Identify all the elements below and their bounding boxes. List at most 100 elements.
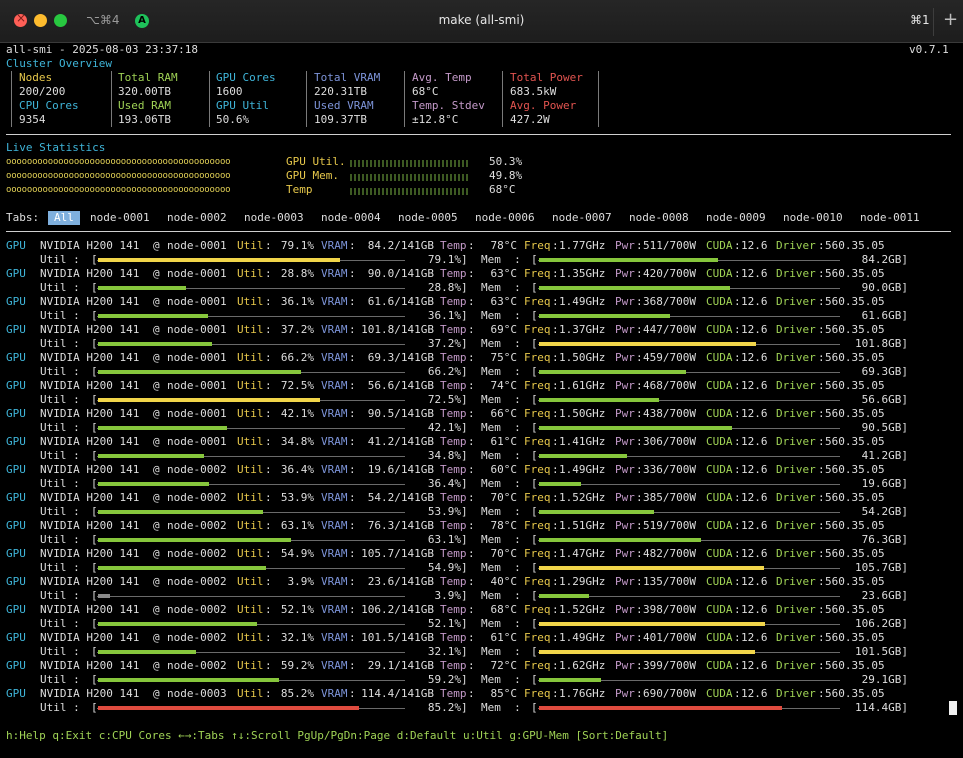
gpu-node-name: node-0001 — [167, 435, 227, 448]
tab-node-0010[interactable]: node-0010 — [783, 211, 843, 225]
tab-node-0004[interactable]: node-0004 — [321, 211, 381, 225]
tab-all[interactable]: All — [48, 211, 80, 225]
mem-bar-label: Mem : — [481, 673, 521, 686]
gpu-util-label: Util — [237, 407, 264, 420]
gpu-tag: GPU — [6, 547, 26, 560]
colon: : — [636, 295, 643, 308]
colon: : — [818, 547, 825, 560]
live-gpu-util-label: GPU Util. — [286, 155, 346, 168]
bar-open-bracket: [ — [531, 673, 538, 686]
gpu-tag: GPU — [6, 603, 26, 616]
util-history-sparkline: oooooooooooooooooooooooooooooooooooooooo… — [6, 157, 231, 167]
tab-node-0005[interactable]: node-0005 — [398, 211, 458, 225]
gpu-at-sign: @ — [153, 575, 160, 588]
mem-bar-label: Mem : — [481, 505, 521, 518]
gpu-power-label: Pwr — [615, 491, 635, 504]
gpu-temp-value: 72°C — [490, 659, 518, 672]
gpu-util-value: 50.6% — [216, 113, 250, 126]
cpu-cores-label: CPU Cores — [19, 99, 79, 112]
mem-bar-track — [538, 484, 840, 485]
bar-close-bracket: ] — [461, 645, 468, 658]
colon: : — [468, 687, 475, 700]
mem-bar-fill — [539, 706, 782, 710]
tab-node-0011[interactable]: node-0011 — [860, 211, 920, 225]
gpu-cuda-label: CUDA — [706, 379, 733, 392]
bar-open-bracket: [ — [531, 533, 538, 546]
util-bar-fill — [98, 342, 212, 346]
gpu-temp-label: Temp — [440, 239, 467, 252]
total-ram-label: Total RAM — [118, 71, 178, 84]
gpu-temp-label: Temp — [440, 267, 467, 280]
gpu-at-sign: @ — [153, 379, 160, 392]
live-gpu-util-history — [350, 160, 468, 167]
colon: : — [265, 547, 272, 560]
gpu-power-value: 511/700W — [643, 239, 696, 252]
colon: : — [552, 379, 559, 392]
util-bar-percent: 63.1% — [427, 533, 461, 546]
gpu-freq-value: 1.77GHz — [559, 239, 606, 252]
gpu-util-value: 53.9% — [280, 491, 314, 504]
mem-bar-label: Mem : — [481, 421, 521, 434]
colon: : — [636, 575, 643, 588]
gpu-node-name: node-0002 — [167, 463, 227, 476]
gpu-at-sign: @ — [153, 631, 160, 644]
gpu-freq-label: Freq — [524, 491, 551, 504]
gpu-freq-label: Freq — [524, 687, 551, 700]
tab-node-0001[interactable]: node-0001 — [90, 211, 150, 225]
gpu-util-value: 28.8% — [280, 267, 314, 280]
gpu-at-sign: @ — [153, 435, 160, 448]
util-bar-label: Util : — [40, 309, 80, 322]
util-bar-percent: 36.4% — [427, 477, 461, 490]
gpu-vram-label: VRAM — [321, 407, 348, 420]
gpu-power-value: 459/700W — [643, 351, 696, 364]
gpu-temp-value: 68°C — [490, 603, 518, 616]
util-bar-label: Util : — [40, 393, 80, 406]
gpu-vram-label: VRAM — [321, 603, 348, 616]
tab-node-0006[interactable]: node-0006 — [475, 211, 535, 225]
tab-node-0008[interactable]: node-0008 — [629, 211, 689, 225]
gpu-cuda-label: CUDA — [706, 575, 733, 588]
gpu-freq-value: 1.37GHz — [559, 323, 606, 336]
mem-bar-fill — [539, 510, 654, 514]
live-gpu-util-value: 50.3% — [489, 155, 523, 168]
colon: : — [818, 435, 825, 448]
colon: : — [468, 323, 475, 336]
new-tab-button[interactable]: + — [943, 9, 958, 30]
total-power-label: Total Power — [510, 71, 583, 84]
mem-bar-label: Mem : — [481, 449, 521, 462]
gpu-driver-value: 560.35.05 — [825, 407, 885, 420]
colon: : — [468, 435, 475, 448]
colon: : — [636, 659, 643, 672]
live-temp-history — [350, 188, 468, 195]
colon: : — [468, 519, 475, 532]
util-bar-percent: 85.2% — [427, 701, 461, 714]
gpu-vram-value: 90.0/141GB — [367, 267, 434, 280]
gpu-driver-label: Driver — [776, 407, 816, 420]
mem-bar-label: Mem : — [481, 645, 521, 658]
tab-index-shortcut: ⌘1 — [910, 13, 930, 27]
column-divider — [502, 71, 503, 127]
bar-open-bracket: [ — [531, 309, 538, 322]
gpu-driver-label: Driver — [776, 379, 816, 392]
gpu-freq-label: Freq — [524, 603, 551, 616]
util-bar-fill — [98, 678, 279, 682]
util-bar-label: Util : — [40, 673, 80, 686]
bar-open-bracket: [ — [531, 701, 538, 714]
gpu-cuda-label: CUDA — [706, 519, 733, 532]
gpu-driver-label: Driver — [776, 687, 816, 700]
tab-node-0007[interactable]: node-0007 — [552, 211, 612, 225]
gpu-cuda-value: 12.6 — [741, 295, 768, 308]
colon: : — [265, 631, 272, 644]
avg-power-label: Avg. Power — [510, 99, 577, 112]
gpu-at-sign: @ — [153, 519, 160, 532]
gpu-at-sign: @ — [153, 491, 160, 504]
gpu-freq-value: 1.35GHz — [559, 267, 606, 280]
gpu-cuda-value: 12.6 — [741, 323, 768, 336]
gpu-driver-value: 560.35.05 — [825, 267, 885, 280]
colon: : — [552, 687, 559, 700]
tab-node-0003[interactable]: node-0003 — [244, 211, 304, 225]
tab-node-0002[interactable]: node-0002 — [167, 211, 227, 225]
gpu-power-value: 468/700W — [643, 379, 696, 392]
gpu-at-sign: @ — [153, 239, 160, 252]
tab-node-0009[interactable]: node-0009 — [706, 211, 766, 225]
